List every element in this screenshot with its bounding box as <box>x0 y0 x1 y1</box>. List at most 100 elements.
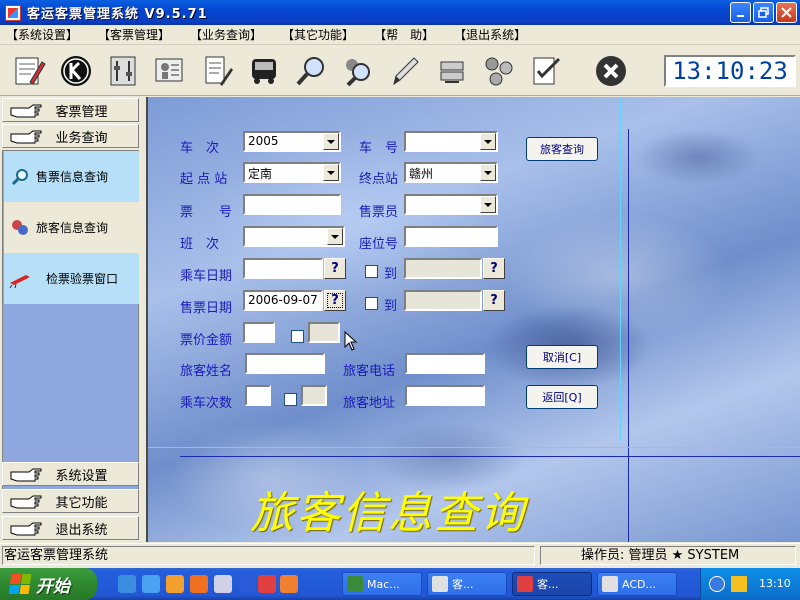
dropdown-arrow-icon <box>323 164 339 181</box>
ride-date-to-help-button[interactable]: ? <box>483 258 505 279</box>
ride-count-input[interactable] <box>245 385 271 406</box>
nav-business-query[interactable]: 业务查询 <box>2 124 139 148</box>
end-station-select[interactable]: 赣州 <box>404 162 498 183</box>
checklist-button[interactable] <box>527 52 565 90</box>
passenger-query-button[interactable]: 旅客查询 <box>526 137 598 161</box>
passenger-query-panel: 车 次 2005 车 号 旅客查询 起 点 站 定南 终点站 赣州 票 号 售票… <box>146 97 800 542</box>
menu-exit-system[interactable]: 【退出系统】 <box>448 26 532 43</box>
restore-button[interactable] <box>753 2 774 23</box>
menu-help[interactable]: 【帮 助】 <box>368 26 440 43</box>
start-button[interactable]: 开始 <box>0 568 97 600</box>
sub-item-ticket-check[interactable]: 检票验票窗口 <box>4 253 139 304</box>
vehicle-no-select[interactable] <box>404 131 498 152</box>
notepad-button[interactable] <box>198 52 236 90</box>
search-button[interactable] <box>292 52 330 90</box>
task-app-1[interactable]: 客... <box>427 572 507 596</box>
ride-count-to-input[interactable] <box>301 385 327 406</box>
mouse-cursor-icon <box>344 331 358 351</box>
seat-no-input[interactable] <box>404 226 498 247</box>
close-button[interactable] <box>776 2 797 23</box>
ride-date-help-button[interactable]: ? <box>324 258 346 279</box>
k-logo-button[interactable] <box>57 52 95 90</box>
seller-select[interactable] <box>404 194 498 215</box>
menu-ticket-management[interactable]: 【客票管理】 <box>92 26 176 43</box>
dropdown-arrow-icon <box>323 133 339 150</box>
restore-icon <box>758 7 769 18</box>
sale-date-help-button[interactable]: ? <box>324 290 346 311</box>
app-quicklaunch-icon[interactable] <box>238 575 256 593</box>
task-acd[interactable]: ACD... <box>597 572 677 596</box>
menu-system-settings[interactable]: 【系统设置】 <box>0 26 84 43</box>
server-button[interactable] <box>433 52 471 90</box>
bus-button[interactable] <box>245 52 283 90</box>
dropdown-arrow-icon <box>480 133 496 150</box>
server-icon <box>440 61 464 83</box>
passenger-address-label: 旅客地址 <box>343 396 396 411</box>
qq-quicklaunch-icon[interactable] <box>214 575 232 593</box>
menu-bar: 【系统设置】 【客票管理】 【业务查询】 【其它功能】 【帮 助】 【退出系统】 <box>0 25 800 45</box>
task-app-2[interactable]: 客... <box>512 572 592 596</box>
menu-other-functions[interactable]: 【其它功能】 <box>276 26 360 43</box>
passenger-address-input[interactable] <box>405 385 485 406</box>
sale-date-to-checkbox[interactable] <box>365 297 378 310</box>
sale-date-input[interactable]: 2006-09-07 <box>243 290 323 311</box>
people-search-button[interactable] <box>339 52 377 90</box>
passenger-name-input[interactable] <box>245 353 325 374</box>
map-edit-button[interactable] <box>10 52 48 90</box>
train-no-select[interactable]: 2005 <box>243 131 341 152</box>
status-bar: 客运客票管理系统 操作员: 管理员 ★ SYSTEM <box>0 543 800 566</box>
ride-count-checkbox[interactable] <box>284 393 297 406</box>
shift-select[interactable] <box>243 226 345 247</box>
close-icon <box>781 7 792 18</box>
tray-clock: 13:10 <box>759 577 791 590</box>
search-icon <box>296 57 324 86</box>
nav-ticket-management[interactable]: 客票管理 <box>2 98 139 122</box>
pointing-hand-icon <box>9 127 43 145</box>
ride-date-label: 乘车日期 <box>180 269 233 284</box>
back-button[interactable]: 返回[Q] <box>526 385 598 409</box>
sale-date-to-input[interactable] <box>404 290 482 311</box>
nav-exit-system[interactable]: 退出系统 <box>2 516 139 540</box>
app-quicklaunch-icon[interactable] <box>258 575 276 593</box>
ticket-no-label: 票 号 <box>180 205 233 220</box>
task-icon <box>517 576 533 592</box>
ticket-no-input[interactable] <box>243 194 341 215</box>
settings-panel-button[interactable] <box>104 52 142 90</box>
passenger-phone-label: 旅客电话 <box>343 364 396 379</box>
ride-date-input[interactable] <box>243 258 323 279</box>
media-player-icon[interactable] <box>166 575 184 593</box>
nav-system-settings[interactable]: 系统设置 <box>2 462 139 486</box>
tray-expand-icon[interactable] <box>709 576 725 592</box>
lock-icon[interactable] <box>731 576 747 592</box>
fare-amount-checkbox[interactable] <box>291 330 304 343</box>
end-station-label: 终点站 <box>359 172 399 187</box>
bus-icon <box>252 59 276 84</box>
start-station-select[interactable]: 定南 <box>243 162 341 183</box>
app-quicklaunch-icon[interactable] <box>280 575 298 593</box>
menu-business-query[interactable]: 【业务查询】 <box>184 26 268 43</box>
info-board-button[interactable] <box>151 52 189 90</box>
exit-button[interactable] <box>592 52 630 90</box>
notepad-icon <box>205 56 233 86</box>
sub-item-passenger-query[interactable]: 旅客信息查询 <box>4 202 139 253</box>
sub-item-sales-query[interactable]: 售票信息查询 <box>4 151 139 202</box>
firefox-quicklaunch-icon[interactable] <box>190 575 208 593</box>
task-mac[interactable]: Mac... <box>342 572 422 596</box>
nav-other-functions[interactable]: 其它功能 <box>2 489 139 513</box>
ie-quicklaunch-icon[interactable] <box>118 575 136 593</box>
ticket-punch-icon <box>8 267 32 291</box>
ride-date-to-checkbox[interactable] <box>365 265 378 278</box>
passenger-phone-input[interactable] <box>405 353 485 374</box>
fare-amount-to-input[interactable] <box>308 322 340 343</box>
cancel-button[interactable]: 取消[C] <box>526 345 598 369</box>
minimize-icon <box>736 14 744 17</box>
fare-amount-input[interactable] <box>243 322 275 343</box>
dropdown-arrow-icon <box>480 196 496 213</box>
ie-quicklaunch-icon[interactable] <box>142 575 160 593</box>
ride-date-to-input[interactable] <box>404 258 482 279</box>
network-button[interactable] <box>480 52 518 90</box>
sale-date-to-help-button[interactable]: ? <box>483 290 505 311</box>
fare-amount-label: 票价金额 <box>180 333 233 348</box>
pen-button[interactable] <box>386 52 424 90</box>
minimize-button[interactable] <box>730 2 751 23</box>
